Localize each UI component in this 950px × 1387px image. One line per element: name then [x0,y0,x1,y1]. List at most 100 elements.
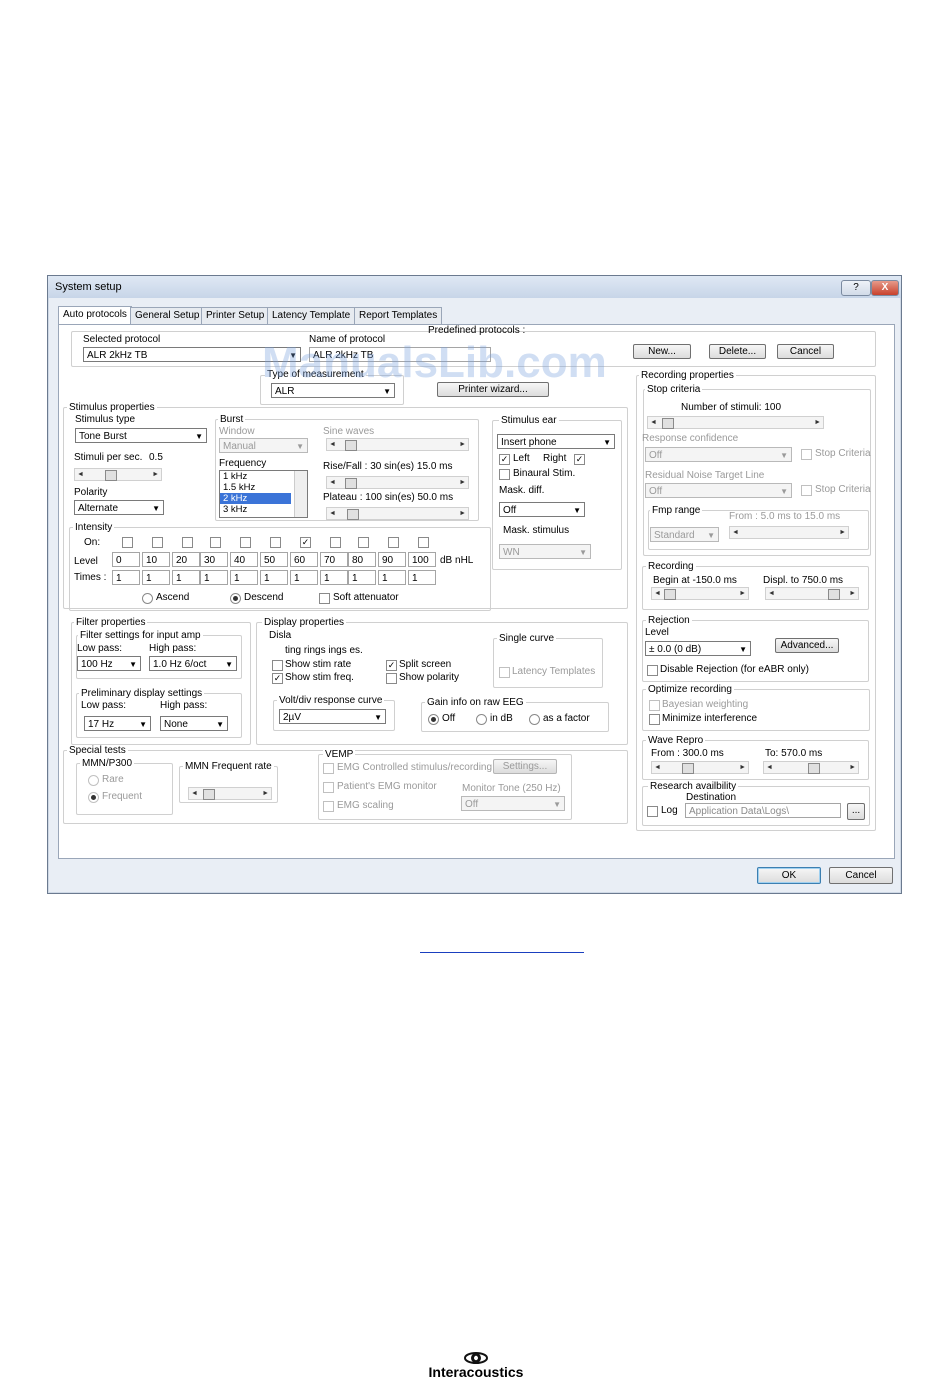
fmp-range-combo[interactable]: Standard ▼ [650,527,719,542]
emg-scaling-checkbox[interactable] [323,801,334,812]
times-field[interactable]: 1 [320,570,348,585]
tab-general-setup[interactable]: General Setup [130,307,205,324]
help-button[interactable]: ? [841,280,871,296]
slider-thumb[interactable] [662,418,674,429]
slider-thumb[interactable] [345,440,357,451]
on-checkbox[interactable] [388,537,399,548]
on-checkbox[interactable] [358,537,369,548]
ok-button[interactable]: OK [757,867,821,884]
slider-thumb[interactable] [682,763,694,774]
on-checkbox[interactable] [270,537,281,548]
show-stim-rate-checkbox[interactable] [272,660,283,671]
cancel-protocol-button[interactable]: Cancel [777,344,834,359]
tab-report-templates[interactable]: Report Templates [354,307,443,324]
level-field[interactable]: 50 [260,552,288,567]
right-checkbox[interactable]: ✓ [574,454,585,465]
residual-stop-criteria-checkbox[interactable] [801,485,812,496]
fmp-range-slider[interactable]: ◄ ► [729,526,849,539]
descend-radio[interactable] [230,593,241,604]
on-checkbox[interactable] [240,537,251,548]
response-confidence-combo[interactable]: Off ▼ [645,447,792,462]
prelim-low-pass-combo[interactable]: 17 Hz ▼ [84,716,151,731]
rejection-level-combo[interactable]: ± 0.0 (0 dB) ▼ [645,641,751,656]
level-field[interactable]: 0 [112,552,140,567]
soft-attenuator-checkbox[interactable] [319,593,330,604]
advanced-button[interactable]: Advanced... [775,638,839,653]
gain-db-radio[interactable] [476,714,487,725]
display-to-slider[interactable]: ◄ ► [765,587,859,600]
level-field[interactable]: 20 [172,552,200,567]
slider-thumb[interactable] [664,589,676,600]
wave-from-slider[interactable]: ◄ ► [651,761,749,774]
destination-field[interactable]: Application Data\Logs\ [685,803,841,818]
stimuli-rate-slider[interactable]: ◄ ► [74,468,162,481]
split-screen-checkbox[interactable]: ✓ [386,660,397,671]
list-item-selected[interactable]: 2 kHz [220,493,291,504]
mmn-rate-slider[interactable]: ◄ ► [188,787,272,800]
low-pass-combo[interactable]: 100 Hz ▼ [77,656,141,671]
bayesian-checkbox[interactable] [649,700,660,711]
level-field[interactable]: 80 [348,552,376,567]
ascend-radio[interactable] [142,593,153,604]
list-scrollbar[interactable] [294,471,307,517]
times-field[interactable]: 1 [172,570,200,585]
slider-thumb[interactable] [808,763,820,774]
tab-auto-protocols[interactable]: Auto protocols [58,306,132,325]
level-field[interactable]: 60 [290,552,318,567]
slider-thumb[interactable] [105,470,117,481]
on-checkbox[interactable] [152,537,163,548]
rare-radio[interactable] [88,775,99,786]
rise-fall-slider[interactable]: ◄ ► [326,476,469,489]
wave-to-slider[interactable]: ◄ ► [763,761,859,774]
stop-criteria-checkbox[interactable] [801,449,812,460]
level-field[interactable]: 30 [200,552,228,567]
tab-printer-setup[interactable]: Printer Setup [201,307,270,324]
stimulus-ear-combo[interactable]: Insert phone ▼ [497,434,615,449]
tab-latency-template[interactable]: Latency Template [267,307,356,324]
times-field[interactable]: 1 [378,570,406,585]
slider-thumb[interactable] [203,789,215,800]
slider-thumb[interactable] [828,589,840,600]
window-combo[interactable]: Manual ▼ [219,438,308,453]
close-button[interactable]: X [871,280,899,296]
frequency-list[interactable]: 1 kHz 1.5 kHz 2 kHz 3 kHz [219,470,308,518]
mask-stimulus-combo[interactable]: WN ▼ [499,544,591,559]
times-field[interactable]: 1 [260,570,288,585]
binaural-checkbox[interactable] [499,469,510,480]
sine-waves-slider[interactable]: ◄ ► [326,438,469,451]
new-button[interactable]: New... [633,344,691,359]
on-checkbox-checked[interactable]: ✓ [300,537,311,548]
volt-div-combo[interactable]: 2µV ▼ [279,709,386,724]
plateau-slider[interactable]: ◄ ► [326,507,469,520]
disable-rejection-checkbox[interactable] [647,665,658,676]
on-checkbox[interactable] [210,537,221,548]
log-checkbox[interactable] [647,806,658,817]
times-field[interactable]: 1 [230,570,258,585]
minimize-interference-checkbox[interactable] [649,714,660,725]
times-field[interactable]: 1 [408,570,436,585]
on-checkbox[interactable] [182,537,193,548]
times-field[interactable]: 1 [348,570,376,585]
times-field[interactable]: 1 [112,570,140,585]
on-checkbox[interactable] [330,537,341,548]
on-checkbox[interactable] [122,537,133,548]
mask-diff-combo[interactable]: Off ▼ [499,502,585,517]
monitor-tone-combo[interactable]: Off ▼ [461,796,565,811]
vemp-settings-button[interactable]: Settings... [493,759,557,774]
level-field[interactable]: 40 [230,552,258,567]
slider-thumb[interactable] [345,478,357,489]
slider-thumb[interactable] [347,509,359,520]
browse-button[interactable]: ... [847,803,865,820]
level-field[interactable]: 70 [320,552,348,567]
gain-off-radio[interactable] [428,714,439,725]
times-field[interactable]: 1 [290,570,318,585]
residual-noise-combo[interactable]: Off ▼ [645,483,792,498]
frequent-radio[interactable] [88,792,99,803]
delete-button[interactable]: Delete... [709,344,766,359]
level-field[interactable]: 10 [142,552,170,567]
emg-monitor-checkbox[interactable] [323,782,334,793]
show-polarity-checkbox[interactable] [386,673,397,684]
level-field[interactable]: 100 [408,552,436,567]
prelim-high-pass-combo[interactable]: None ▼ [160,716,228,731]
times-field[interactable]: 1 [200,570,228,585]
